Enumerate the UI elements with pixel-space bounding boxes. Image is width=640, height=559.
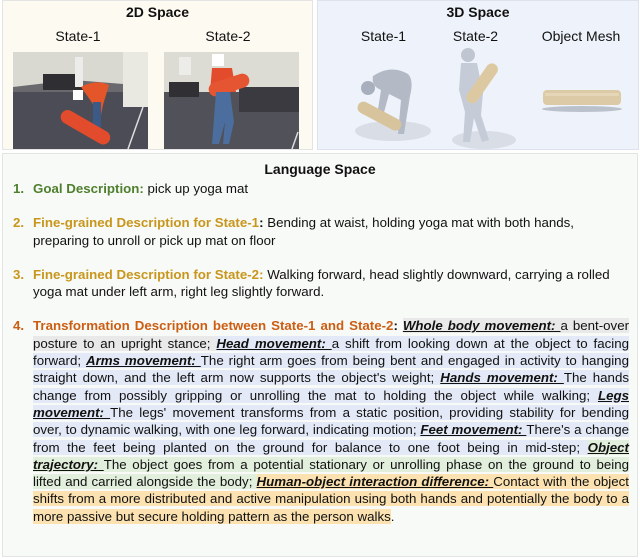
head-movement-key: Head movement:: [216, 335, 332, 351]
panel-title-2d: 2D Space: [125, 4, 190, 20]
state-2-label-2d: State-2: [205, 28, 251, 44]
state-1-label-2d: State-1: [55, 28, 101, 44]
object-mesh-render: [540, 85, 625, 115]
item-number: 1.: [13, 181, 25, 196]
state-2-3d-render: [446, 45, 521, 150]
hands-movement-key: Hands movement:: [440, 370, 564, 386]
transformation-description-label: Transformation Description between State…: [33, 318, 394, 334]
feet-movement-key: Feet movement:: [420, 422, 527, 438]
panel-title-3d: 3D Space: [446, 4, 510, 20]
panel-2d-space: 2D Space State-1 State-2: [2, 0, 313, 150]
whole-body-movement-key: Whole body movement:: [402, 318, 561, 334]
arms-movement-key: Arms movement:: [85, 353, 201, 369]
label-separator: :: [393, 318, 403, 334]
segment-separator: ;: [206, 335, 217, 351]
state-1-description-item: 2. Fine-grained Description for State-1: …: [13, 214, 629, 249]
item-number: 4.: [13, 318, 25, 334]
state-1-3d-render: [343, 56, 433, 146]
human-object-interaction-key: Human-object interaction difference:: [256, 474, 494, 490]
description-list: 1. Goal Description: pick up yoga mat 2. F…: [13, 180, 630, 542]
segment-separator: ;: [77, 353, 86, 369]
panel-3d-space: 3D Space State-1 State-2 Object Mesh: [317, 0, 639, 150]
object-mesh-label: Object Mesh: [541, 28, 621, 44]
state-2-description-item: 3. Fine-grained Description for State-2: …: [13, 266, 629, 301]
panel-title-language: Language Space: [264, 161, 376, 177]
state-2-photo: [164, 52, 299, 149]
state-2-label-3d: State-2: [452, 28, 499, 44]
item-number: 2.: [13, 215, 25, 231]
state-1-label-3d: State-1: [360, 28, 407, 44]
segment-separator: ;: [586, 387, 598, 403]
segment-separator: ;: [430, 370, 441, 386]
goal-description-label: Goal Description:: [33, 181, 144, 196]
panel-language-space: Language Space 1. Goal Description: pick …: [2, 153, 638, 557]
goal-description-item: 1. Goal Description: pick up yoga mat: [13, 180, 629, 197]
segment-separator: ;: [576, 439, 588, 455]
state-2-description-label: Fine-grained Description for State-2:: [33, 266, 264, 282]
goal-description-text: pick up yoga mat: [143, 181, 249, 196]
state-1-photo: [13, 52, 148, 149]
item-number: 3.: [13, 266, 25, 282]
segment-separator: .: [390, 508, 395, 524]
segment-separator: ;: [248, 474, 257, 490]
transformation-description-item: 4. Transformation Description between Sta…: [13, 317, 630, 525]
state-1-description-label: Fine-grained Description for State-1: [33, 215, 260, 231]
